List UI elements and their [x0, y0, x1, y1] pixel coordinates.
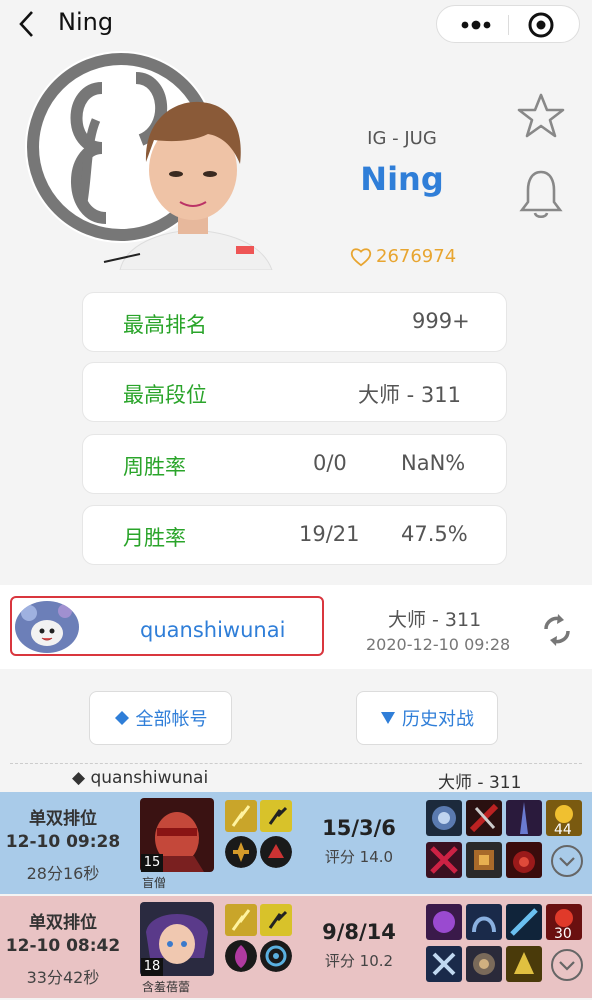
match-queue: 单双排位: [29, 913, 97, 933]
likes-value: 2676974: [376, 246, 457, 267]
stat-label: 最高排名: [123, 313, 207, 337]
item-slot: [466, 904, 502, 940]
favorite-button[interactable]: [516, 92, 566, 140]
summoner-spell-smite: [225, 904, 257, 936]
stat-label: 周胜率: [123, 455, 186, 479]
refresh-icon: [544, 614, 570, 646]
divider: [10, 763, 582, 764]
mini-program-capsule: [436, 5, 580, 43]
stat-value: 大师 - 311: [358, 383, 462, 407]
match-kda: 15/3/6: [322, 816, 396, 840]
account-updated-time: 2020-12-10 09:28: [366, 635, 511, 654]
item-slot: [426, 946, 462, 982]
rune-secondary: [260, 940, 292, 972]
stat-label: 月胜率: [123, 526, 186, 550]
item-slot: [466, 946, 502, 982]
champion-level: 18: [141, 958, 163, 976]
account-rank: 大师 - 311: [388, 609, 482, 631]
stat-card-highest-tier: 最高段位 大师 - 311: [82, 362, 507, 422]
stat-label: 最高段位: [123, 383, 207, 407]
match-date: 12-10 09:28: [5, 832, 121, 852]
match-row[interactable]: 单双排位 12-10 08:42 33分42秒 18 含羞蓓蕾 9/8/14 评…: [0, 896, 592, 998]
match-list-account: ◆ quanshiwunai: [72, 768, 209, 788]
account-avatar: [15, 601, 79, 653]
rune-primary: [225, 836, 257, 868]
all-accounts-label: 全部帐号: [135, 709, 208, 730]
capsule-divider: [508, 15, 509, 35]
expand-button[interactable]: [550, 948, 584, 982]
likes-count[interactable]: 2676974: [350, 246, 456, 267]
gold-count: 30: [554, 926, 572, 942]
history-button[interactable]: 历史对战: [356, 691, 498, 745]
stat-card-weekly-winrate: 周胜率 0/0 NaN%: [82, 434, 507, 494]
match-list-account-name: quanshiwunai: [90, 768, 209, 788]
match-score: 评分 10.2: [324, 952, 394, 970]
match-date: 12-10 08:42: [5, 936, 121, 956]
back-button[interactable]: [12, 8, 42, 40]
stat-card-monthly-winrate: 月胜率 19/21 47.5%: [82, 505, 507, 565]
bell-icon: [519, 170, 563, 219]
chevron-down-icon: [551, 949, 583, 981]
item-slot: [426, 904, 462, 940]
stat-value-record: 19/21: [299, 522, 360, 546]
rune-secondary: [260, 836, 292, 868]
item-slot: [506, 842, 542, 878]
stat-value-record: 0/0: [313, 451, 347, 475]
stat-value-percent: NaN%: [401, 451, 466, 475]
item-slot: [506, 946, 542, 982]
gold-count: 44: [554, 822, 572, 838]
heart-icon: [350, 247, 372, 266]
champion-level: 15: [141, 854, 163, 872]
chevron-down-icon: [551, 845, 583, 877]
refresh-button[interactable]: [538, 613, 576, 647]
close-target-icon: [528, 12, 554, 38]
top-bar: Ning: [0, 0, 592, 48]
match-list-rank: 大师 - 311: [438, 773, 522, 793]
item-slot: [426, 800, 462, 836]
summoner-spell-smite: [225, 800, 257, 832]
back-icon: [19, 11, 33, 37]
item-slot: [506, 800, 542, 836]
close-button[interactable]: [511, 6, 571, 44]
summoner-spell-flash: [260, 904, 292, 936]
player-photo: [100, 92, 286, 271]
stat-value: 999+: [412, 309, 470, 333]
diamond-icon: [114, 711, 129, 725]
item-slot: [466, 842, 502, 878]
expand-button[interactable]: [550, 844, 584, 878]
item-slot: [466, 800, 502, 836]
star-icon: [517, 93, 565, 138]
page-title: Ning: [58, 8, 114, 36]
summoner-spell-flash: [260, 800, 292, 832]
history-label: 历史对战: [402, 709, 474, 730]
account-selector[interactable]: quanshiwunai: [10, 596, 324, 656]
account-name: quanshiwunai: [140, 618, 286, 642]
champion-name: 盲僧: [142, 876, 167, 890]
more-button[interactable]: [445, 6, 505, 44]
match-duration: 28分16秒: [26, 864, 100, 883]
match-queue: 单双排位: [29, 809, 97, 829]
item-slot: [506, 904, 542, 940]
match-duration: 33分42秒: [26, 968, 100, 987]
stat-card-highest-rank: 最高排名 999+: [82, 292, 507, 352]
rune-primary: [225, 940, 257, 972]
more-icon: [461, 20, 491, 30]
triangle-down-icon: [381, 712, 395, 724]
match-score: 评分 14.0: [324, 848, 394, 866]
match-row[interactable]: 单双排位 12-10 09:28 28分16秒 15 盲僧 15/3/6 评分 …: [0, 792, 592, 894]
match-kda: 9/8/14: [322, 920, 396, 944]
team-position: IG - JUG: [367, 128, 437, 149]
account-section: quanshiwunai 大师 - 311 2020-12-10 09:28: [0, 585, 592, 669]
stat-value-percent: 47.5%: [401, 522, 468, 546]
notify-button[interactable]: [518, 168, 564, 220]
player-name: Ning: [360, 160, 444, 198]
all-accounts-button[interactable]: 全部帐号: [89, 691, 232, 745]
champion-name: 含羞蓓蕾: [142, 980, 191, 994]
item-slot: [426, 842, 462, 878]
